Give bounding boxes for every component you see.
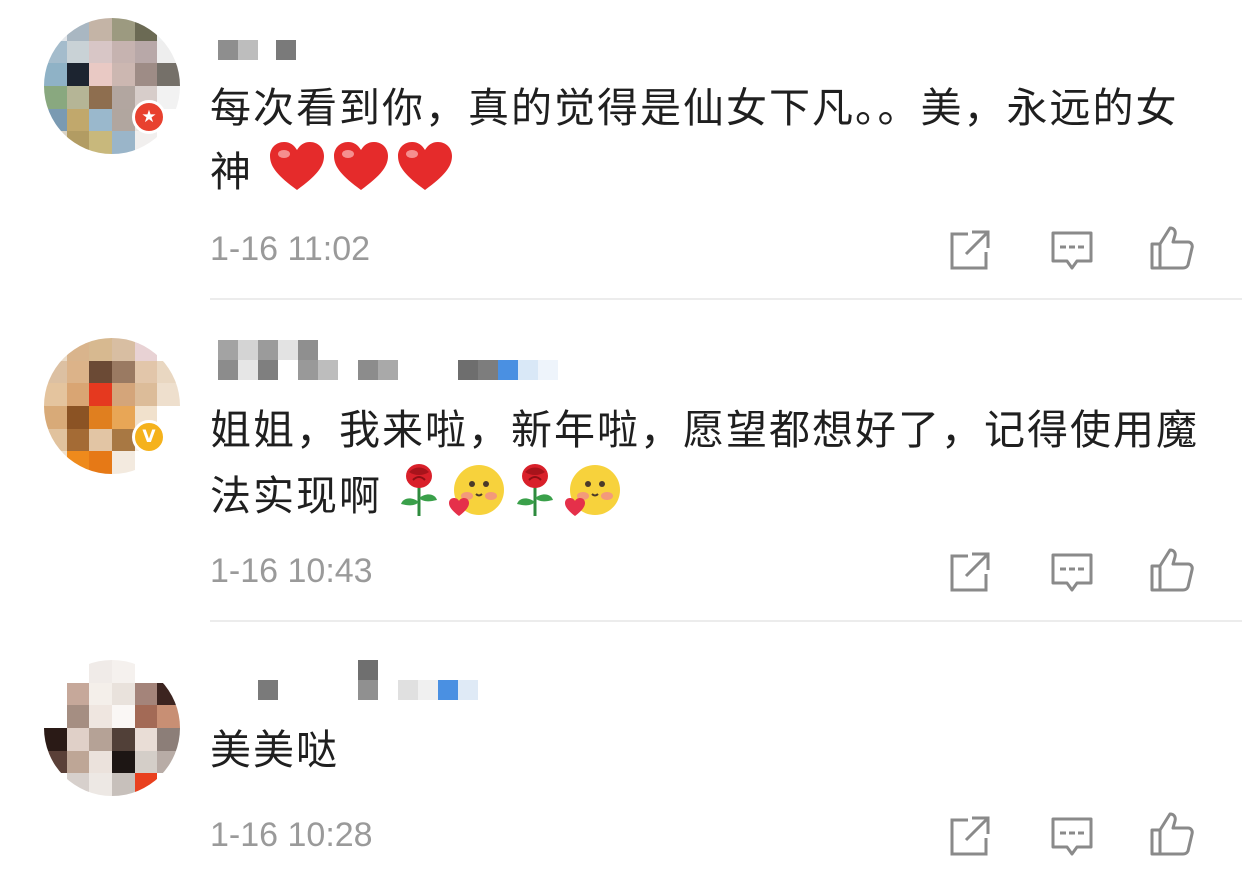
avatar[interactable]	[44, 18, 180, 154]
username-mosaic[interactable]	[218, 40, 296, 60]
comment-timestamp: 1-16 11:02	[210, 230, 371, 268]
reply-icon[interactable]	[1048, 226, 1096, 274]
reply-icon[interactable]	[1048, 812, 1096, 860]
comment-text: 姐姐，我来啦，新年啦，愿望都想好了，记得使用魔法实现啊	[210, 398, 1200, 536]
comment-body: 美美哒	[210, 726, 339, 774]
comment-item-2: V 姐姐，我来啦，新年啦，愿望都想好了，记得使用魔法实现啊 1-16 10:43	[0, 320, 1242, 620]
avatar[interactable]	[44, 338, 180, 474]
comment-item-1: ★ 每次看到你，真的觉得是仙女下凡。。美，永远的女神 1-16 11:02	[0, 0, 1242, 300]
like-icon[interactable]	[1148, 810, 1196, 858]
rose-icon	[513, 462, 557, 536]
comment-text: 每次看到你，真的觉得是仙女下凡。。美，永远的女神	[210, 76, 1200, 210]
username-mosaic[interactable]	[218, 340, 318, 360]
comment-timestamp: 1-16 10:28	[210, 816, 373, 854]
username-mosaic-row-2	[218, 680, 478, 700]
comment-body: 姐姐，我来啦，新年啦，愿望都想好了，记得使用魔法实现啊	[210, 406, 1199, 520]
like-icon[interactable]	[1148, 224, 1196, 272]
blush-heart-face-icon	[447, 462, 507, 536]
reply-icon[interactable]	[1048, 548, 1096, 596]
heart-icon	[268, 140, 326, 210]
share-icon[interactable]	[946, 226, 994, 274]
heart-icon	[332, 140, 390, 210]
username-mosaic[interactable]	[218, 660, 378, 680]
username-mosaic-row-2	[218, 360, 558, 380]
comment-divider	[210, 298, 1242, 300]
like-icon[interactable]	[1148, 546, 1196, 594]
share-icon[interactable]	[946, 812, 994, 860]
rose-icon	[397, 462, 441, 536]
comment-item-3: 美美哒 1-16 10:28	[0, 640, 1242, 880]
comment-timestamp: 1-16 10:43	[210, 552, 373, 590]
verified-star-badge: ★	[132, 100, 166, 134]
comment-divider	[210, 620, 1242, 622]
verified-v-label: V	[142, 427, 156, 447]
heart-icon	[396, 140, 454, 210]
avatar[interactable]	[44, 660, 180, 796]
verified-v-badge: V	[132, 420, 166, 454]
blush-heart-face-icon	[563, 462, 623, 536]
share-icon[interactable]	[946, 548, 994, 596]
comment-text: 美美哒	[210, 718, 1200, 782]
